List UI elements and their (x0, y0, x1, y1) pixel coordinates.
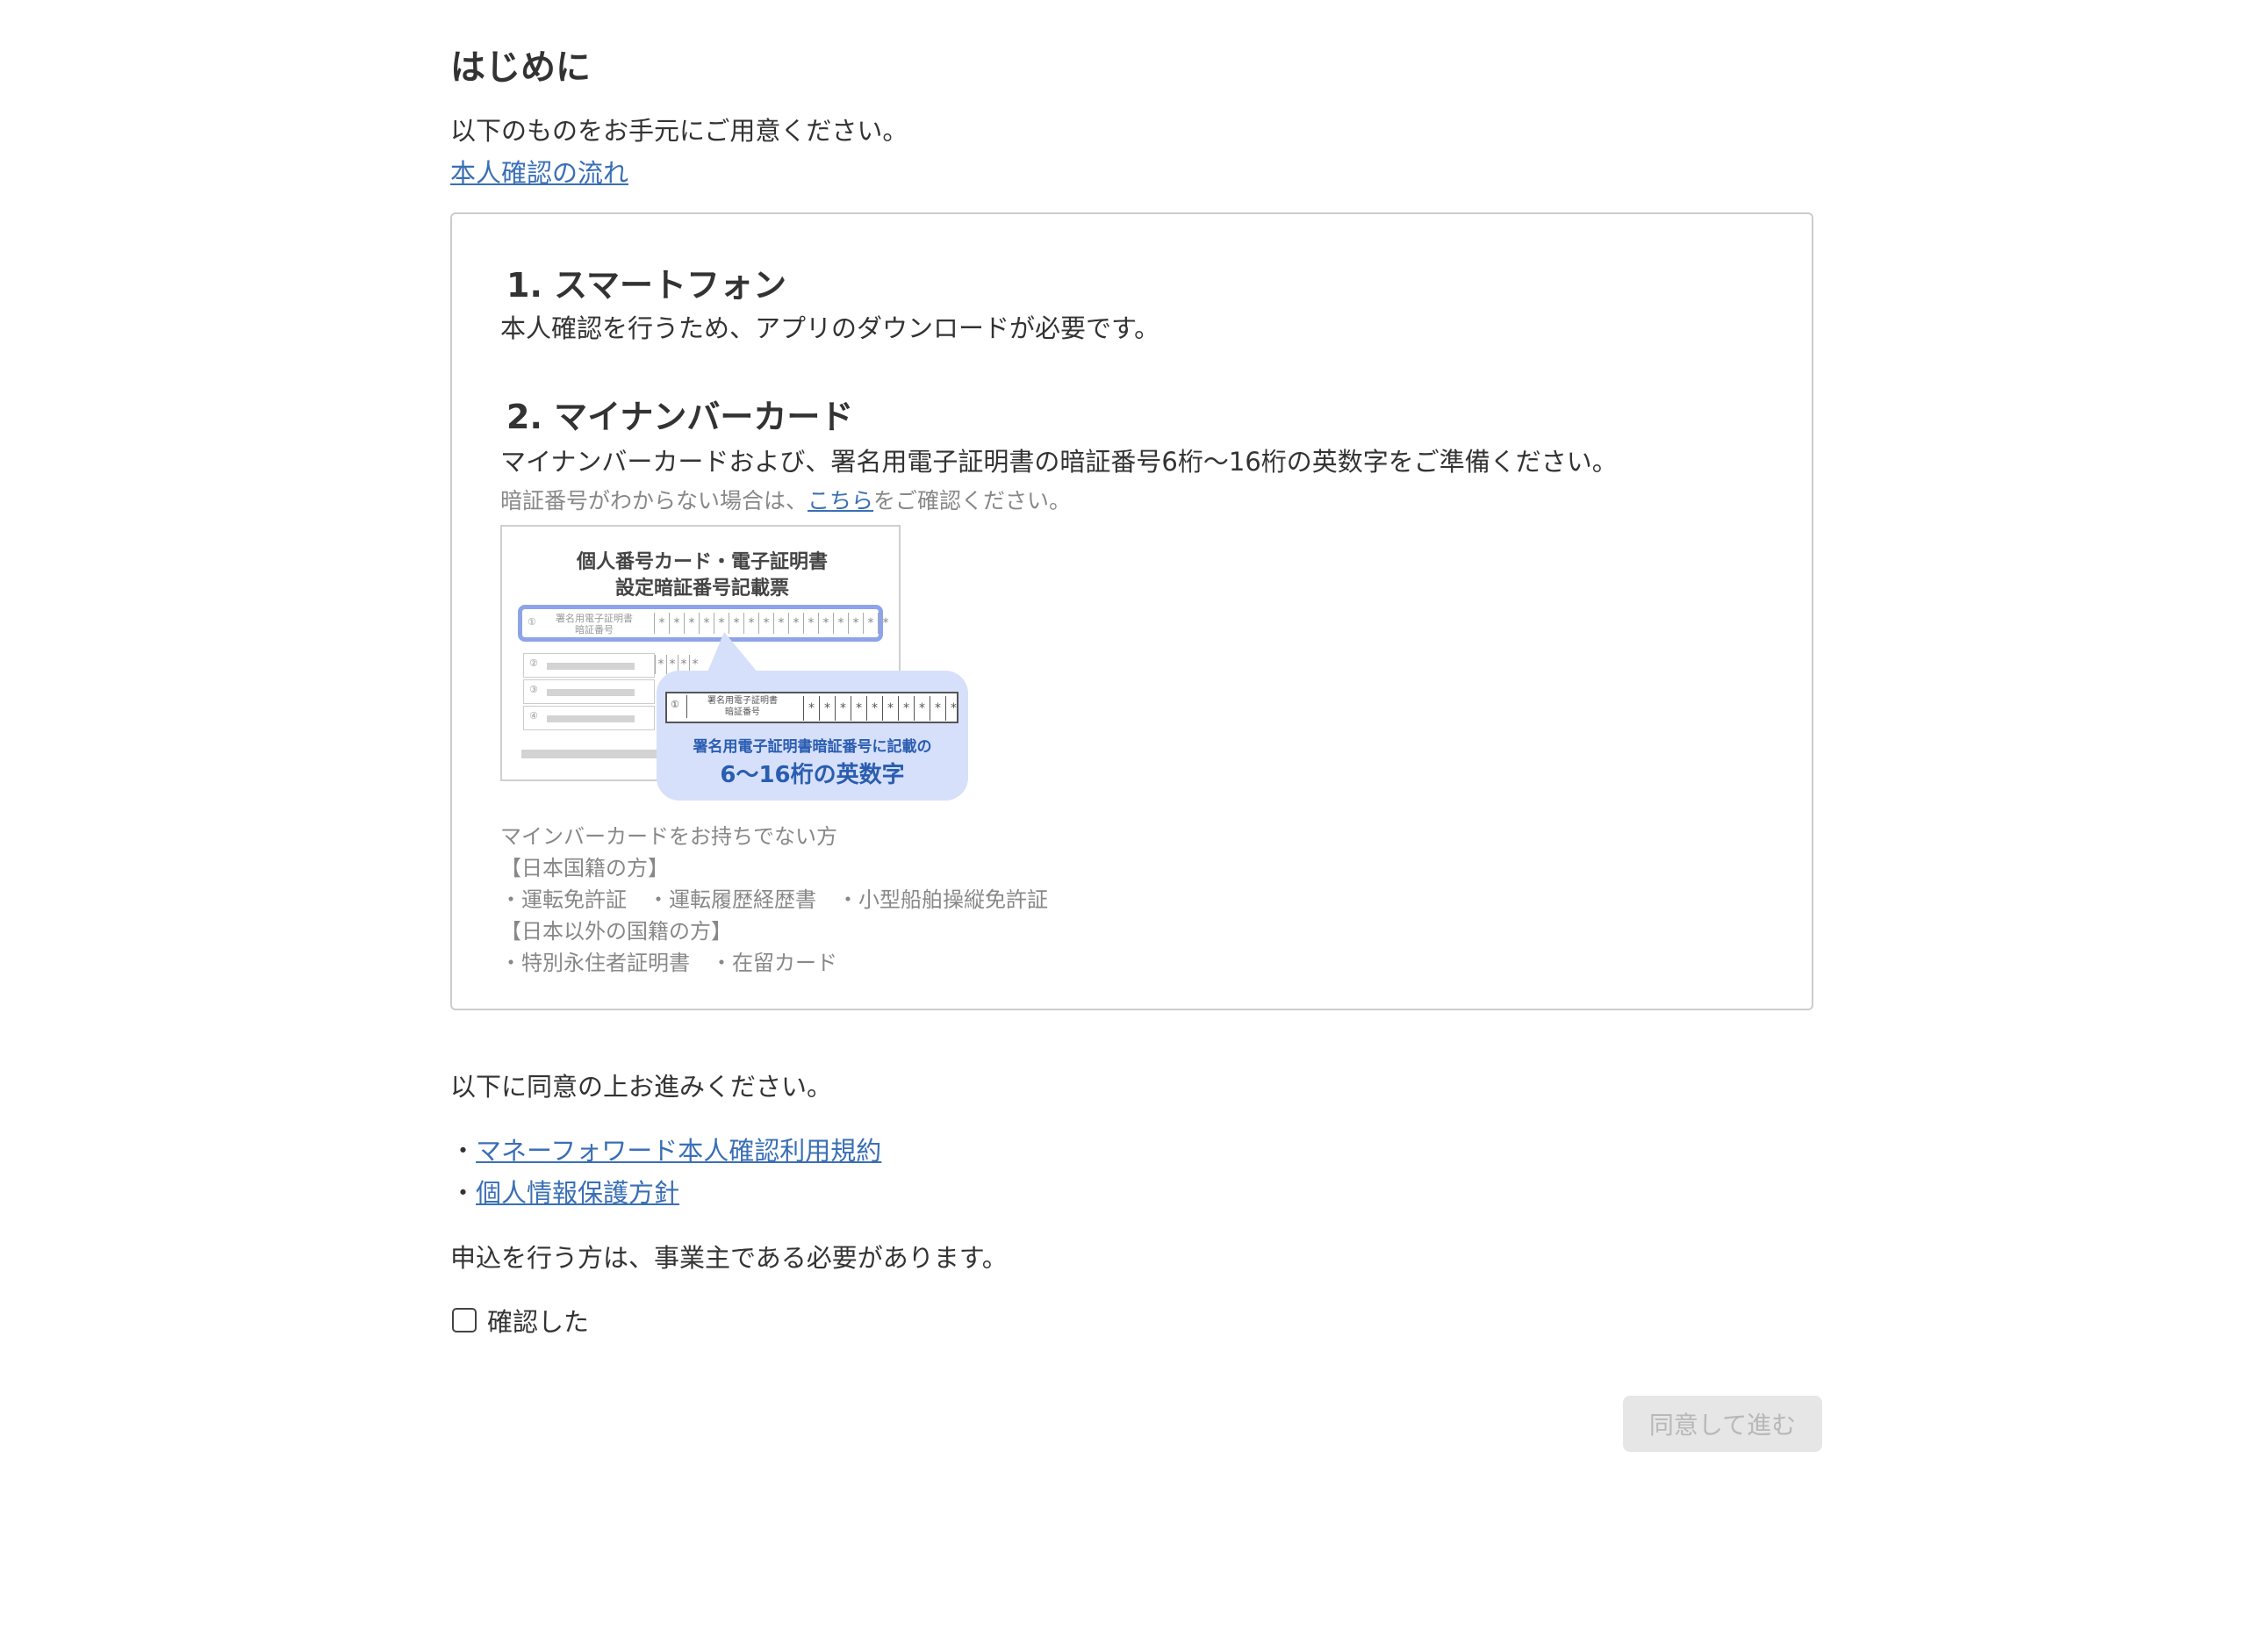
illustration-title-line2: 設定暗証番号記載票 (614, 578, 789, 600)
row-number: ③ (529, 684, 538, 695)
requirements-card: 1. スマートフォン 本人確認を行うため、アプリのダウンロードが必要です。 2.… (450, 212, 1813, 1010)
confirm-checkbox-label[interactable]: 確認した (487, 1302, 589, 1339)
pin-digit-cell: * (803, 696, 819, 721)
confirm-checkbox[interactable] (452, 1308, 477, 1332)
form-footer-bar (521, 750, 662, 758)
pin-digit-cell: * (898, 696, 914, 721)
form-row-2: ② (523, 653, 655, 678)
pin-digit-cell: * (878, 613, 893, 634)
callout-caption-line1: 署名用電子証明書暗証番号に記載の (693, 738, 932, 756)
pin-digit-cell: * (714, 613, 729, 634)
row-placeholder-bar (547, 689, 635, 696)
pin-digit-cell: * (833, 613, 848, 634)
pin-digit-cell: * (914, 696, 930, 721)
highlighted-pin-row: ① 署名用電子証明書 暗証番号 * * * * * * * * * * * * * * * * (518, 605, 889, 642)
business-owner-note: 申込を行う方は、事業主である必要があります。 (450, 1243, 1008, 1273)
pin-digit-cell: * (866, 696, 882, 721)
row-placeholder-bar (547, 663, 635, 670)
pin-digit-cell: * (819, 696, 835, 721)
step2-text: マイナンバーカードおよび、署名用電子証明書の暗証番号6桁〜16桁の英数字をご準備… (500, 447, 1618, 477)
pin-digit-cell: * (945, 696, 961, 721)
pin-help-link[interactable]: こちら (808, 488, 873, 514)
pin-digit-cell: * (882, 696, 898, 721)
pin-digit-cell: * (654, 613, 669, 634)
step1-text: 本人確認を行うため、アプリのダウンロードが必要です。 (500, 313, 1160, 343)
row-label-line1: 署名用電子証明書 (556, 613, 633, 624)
agree-and-proceed-button[interactable]: 同意して進む (1623, 1396, 1822, 1452)
verification-flow-link[interactable]: 本人確認の流れ (450, 153, 628, 190)
pin-digit-cell: * (835, 696, 851, 721)
pin-digit-cell: * (788, 613, 803, 634)
terms-of-use-link[interactable]: マネーフォワード本人確認利用規約 (476, 1136, 881, 1166)
form-row-3: ③ (523, 679, 655, 704)
pin-help-prefix: 暗証番号がわからない場合は、 (500, 488, 808, 514)
page-title: はじめに (450, 47, 591, 88)
step2-heading: 2. マイナンバーカード (506, 398, 854, 436)
pin-digit-cell: * (684, 613, 699, 634)
agreement-lead: 以下に同意の上お進みください。 (450, 1072, 833, 1102)
callout-tail (707, 632, 759, 674)
foreign-nationality-heading: 【日本以外の国籍の方】 (500, 919, 732, 944)
illustration-title-line1: 個人番号カード・電子証明書 (576, 551, 828, 573)
row-number: ① (528, 616, 536, 628)
row-number: ④ (529, 710, 538, 722)
bullet: ・ (450, 1136, 477, 1166)
pin-digit-cell: * (729, 613, 743, 634)
pin-help-suffix: をご確認ください。 (873, 488, 1072, 514)
no-card-heading: マインバーカードをお持ちでない方 (500, 824, 837, 849)
pin-digit-cell: * (803, 613, 818, 634)
foreign-nationality-documents: ・特別永住者証明書 ・在留カード (500, 951, 837, 975)
pin-callout-bubble: ① 署名用電子証明書 暗証番号 * * * * * * * * * * 署名用電子証明書暗証番号に… (657, 671, 968, 801)
callout-row-label: 署名用電子証明書 暗証番号 (686, 695, 798, 718)
callout-row-label-line2: 暗証番号 (725, 707, 760, 717)
row-label: 署名用電子証明書 暗証番号 (542, 613, 647, 636)
step1-heading: 1. スマートフォン (506, 266, 786, 305)
callout-pin-row: ① 署名用電子証明書 暗証番号 * * * * * * * * * * (665, 692, 958, 723)
intro-text: 以下のものをお手元にご用意ください。 (450, 116, 908, 146)
privacy-policy-link[interactable]: 個人情報保護方針 (476, 1178, 679, 1208)
callout-row-label-line1: 署名用電子証明書 (707, 696, 778, 706)
pin-digit-cell: * (818, 613, 833, 634)
pin-digit-cell: * (851, 696, 866, 721)
row-placeholder-bar (547, 715, 635, 722)
terms-list-item: ・マネーフォワード本人確認利用規約 (450, 1131, 881, 1167)
japanese-nationality-documents: ・運転免許証 ・運転履歴経歴書 ・小型船舶操縦免許証 (500, 887, 1048, 912)
pin-digit-cell: * (699, 613, 714, 634)
pin-digit-cells: * * * * * * * * * * * * * * * * (654, 613, 893, 634)
callout-caption-line2: 6〜16桁の英数字 (720, 762, 905, 788)
row-number: ② (529, 657, 538, 669)
pin-digit-cell: * (758, 613, 773, 634)
japanese-nationality-heading: 【日本国籍の方】 (500, 856, 669, 880)
row-number: ① (671, 699, 679, 710)
pin-digit-cell: * (848, 613, 863, 634)
form-row-4: ④ (523, 706, 655, 730)
terms-list-item: ・個人情報保護方針 (450, 1173, 679, 1210)
callout-digit-cells: * * * * * * * * * * (803, 696, 961, 721)
bullet: ・ (450, 1178, 477, 1208)
confirm-checkbox-row[interactable]: 確認した (452, 1302, 589, 1339)
pin-digit-cell: * (743, 613, 758, 634)
pin-digit-cell: * (773, 613, 788, 634)
pin-help-note: 暗証番号がわからない場合は、こちらをご確認ください。 (500, 484, 1071, 515)
pin-digit-cell: * (863, 613, 878, 634)
row-label-line2: 暗証番号 (575, 624, 614, 636)
pin-digit-cell: * (930, 696, 945, 721)
pin-digit-cell: * (669, 613, 684, 634)
pin-digit-cell: * (655, 655, 666, 674)
